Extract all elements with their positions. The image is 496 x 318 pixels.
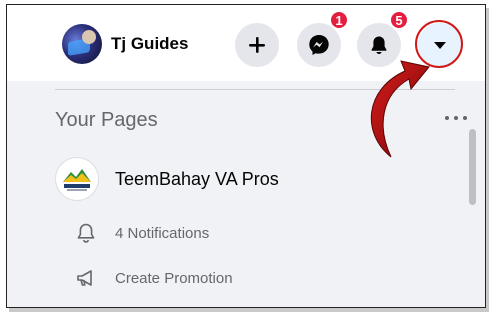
megaphone-icon (73, 265, 99, 291)
create-promotion-label: Create Promotion (115, 269, 233, 287)
plus-icon (249, 37, 265, 53)
section-title: Your Pages (55, 109, 158, 131)
create-button[interactable] (235, 23, 279, 67)
bell-outline-icon (73, 220, 99, 246)
screenshot-frame: Tj Guides 1 5 Your Pages TeemBahay VA Pr… (6, 4, 486, 308)
page-name: TeemBahay VA Pros (115, 168, 279, 189)
scrollbar-thumb[interactable] (469, 129, 476, 205)
notifications-label: 4 Notifications (115, 224, 210, 242)
profile-name: Tj Guides (111, 34, 189, 53)
mountain-logo-icon (63, 169, 91, 191)
avatar (62, 24, 102, 64)
messenger-button[interactable] (297, 23, 341, 67)
more-options-icon[interactable] (445, 111, 467, 125)
page-logo (55, 157, 99, 201)
messenger-badge: 1 (329, 10, 349, 30)
profile-shortcut[interactable]: Tj Guides (62, 24, 188, 64)
curved-arrow-icon (370, 60, 430, 158)
page-notifications-item[interactable]: 4 Notifications (73, 215, 209, 251)
messenger-icon (309, 35, 329, 55)
notifications-badge: 5 (389, 10, 409, 30)
create-promotion-item[interactable]: Create Promotion (73, 260, 233, 296)
